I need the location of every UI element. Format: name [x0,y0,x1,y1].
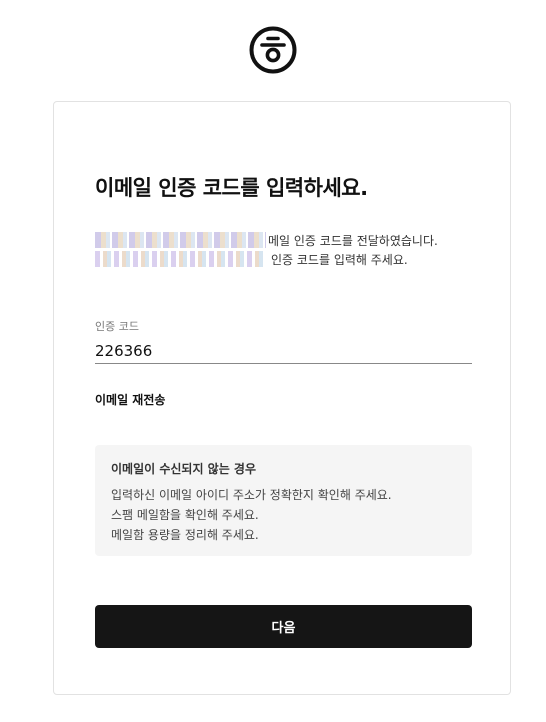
sent-notice: 메일 인증 코드를 전달하였습니다. 인증 코드를 입력해 주세요. [95,229,472,269]
verification-code-input[interactable] [95,338,472,364]
help-title: 이메일이 수신되지 않는 경우 [111,462,257,476]
help-box: 이메일이 수신되지 않는 경우 입력하신 이메일 아이디 주소가 정확한지 확인… [95,445,472,556]
logo-container [0,25,546,75]
notice-line-2: 인증 코드를 입력해 주세요. [271,253,408,267]
help-item: 메일함 용량을 정리해 주세요. [111,528,259,542]
redacted-email-block [95,251,265,267]
verification-card: 이메일 인증 코드를 입력하세요. 메일 인증 코드를 전달하였습니다. 인증 … [53,101,511,695]
resend-email-link[interactable]: 이메일 재전송 [95,391,165,408]
help-item: 입력하신 이메일 아이디 주소가 정확한지 확인해 주세요. [111,488,392,502]
notice-line-1: 메일 인증 코드를 전달하였습니다. [268,234,438,248]
redacted-email-block [95,232,266,248]
next-button[interactable]: 다음 [95,605,472,648]
circle-hieut-logo-icon [249,26,297,74]
help-item: 스팸 메일함을 확인해 주세요. [111,508,259,522]
code-field-label: 인증 코드 [95,320,139,333]
page-title: 이메일 인증 코드를 입력하세요. [95,176,368,200]
